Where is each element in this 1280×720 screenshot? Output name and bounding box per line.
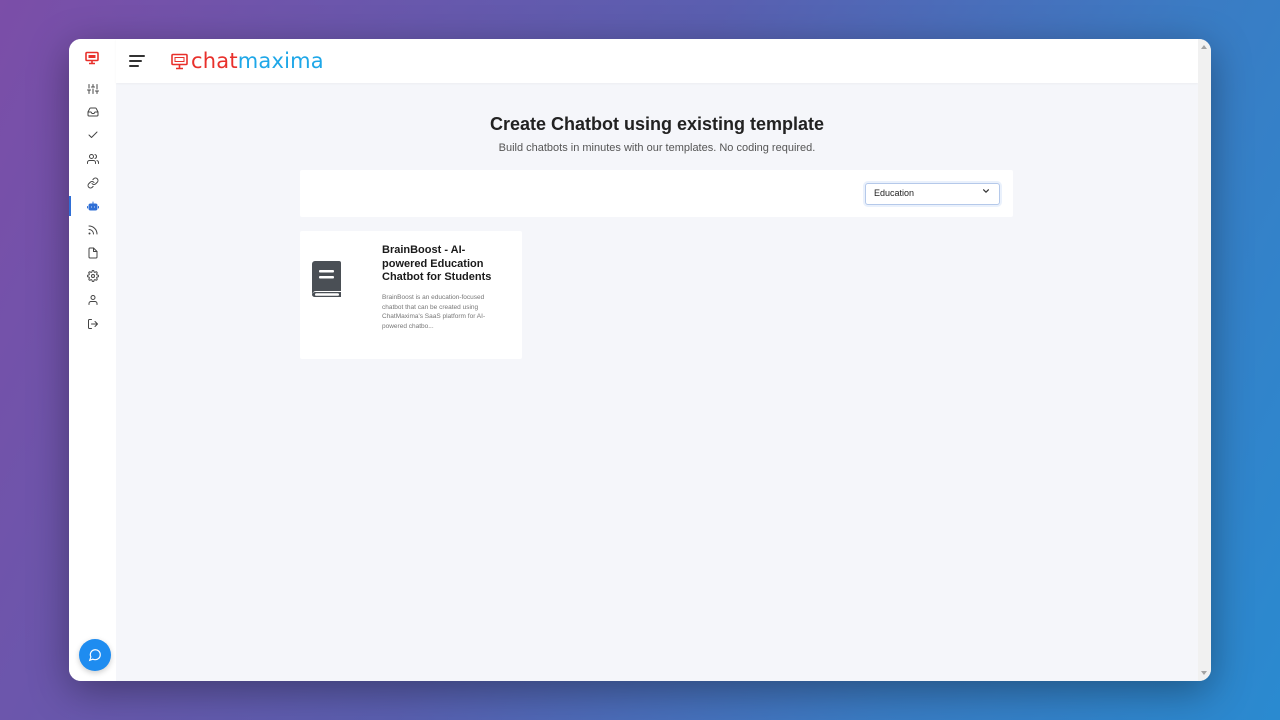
menu-toggle-button[interactable]	[129, 55, 145, 67]
template-description: BrainBoost is an education-focused chatb…	[382, 294, 486, 330]
vertical-scrollbar[interactable]	[1198, 39, 1211, 681]
monitor-logo-icon	[171, 53, 188, 69]
chatmaxima-logo-icon[interactable]	[85, 51, 99, 65]
support-chat-button[interactable]	[79, 639, 111, 671]
template-card[interactable]: BrainBoost - AI-powered Education Chatbo…	[300, 231, 522, 359]
sidebar-item-contacts[interactable]	[69, 148, 116, 170]
filter-bar: Education	[300, 170, 1013, 217]
chat-bubble-icon	[88, 649, 101, 662]
page-title: Create Chatbot using existing template	[489, 114, 825, 134]
sidebar-item-settings[interactable]	[69, 265, 116, 287]
sidebar	[69, 39, 116, 681]
rss-icon	[88, 225, 97, 235]
app-window: chatmaxima Create Chatbot using existing…	[69, 39, 1211, 681]
category-select[interactable]: Education	[865, 183, 1000, 205]
settings-icon	[86, 270, 99, 282]
sidebar-item-inbox[interactable]	[69, 101, 116, 123]
sidebar-item-tasks[interactable]	[69, 124, 116, 146]
sidebar-item-logout[interactable]	[69, 313, 116, 335]
category-select-value: Education	[874, 188, 915, 198]
brand-wordmark-chat: chat	[191, 49, 238, 73]
bot-icon	[86, 201, 99, 211]
sidebar-item-settings-sliders[interactable]	[69, 78, 116, 100]
brand-wordmark-maxima: maxima	[237, 49, 324, 73]
check-icon	[88, 131, 97, 138]
sidebar-item-integrations[interactable]	[69, 172, 116, 194]
link-icon	[87, 177, 98, 189]
hamburger-line	[129, 60, 142, 62]
template-title: BrainBoost - AI-powered Education Chatbo…	[382, 244, 492, 283]
hamburger-line	[129, 65, 139, 67]
sidebar-item-profile[interactable]	[69, 289, 116, 311]
inbox-icon	[87, 107, 98, 117]
book-icon	[312, 261, 341, 298]
sidebar-item-chatbots[interactable]	[69, 195, 116, 217]
sliders-icon	[86, 84, 99, 94]
sidebar-item-documents[interactable]	[69, 242, 116, 264]
page-subtitle: Build chatbots in minutes with our templ…	[498, 142, 816, 154]
users-icon	[86, 154, 99, 164]
scroll-down-arrow-icon[interactable]	[1201, 671, 1207, 675]
file-icon	[88, 247, 97, 259]
sidebar-item-broadcast[interactable]	[69, 219, 116, 241]
brand-wordmark: chatmaxima	[191, 49, 324, 73]
logout-icon	[87, 319, 98, 329]
brand-logo[interactable]: chatmaxima	[171, 49, 324, 73]
user-icon	[88, 295, 97, 305]
hamburger-line	[129, 55, 145, 57]
chevron-down-icon	[983, 189, 989, 193]
scroll-up-arrow-icon[interactable]	[1201, 45, 1207, 49]
top-bar: chatmaxima	[116, 39, 1198, 83]
